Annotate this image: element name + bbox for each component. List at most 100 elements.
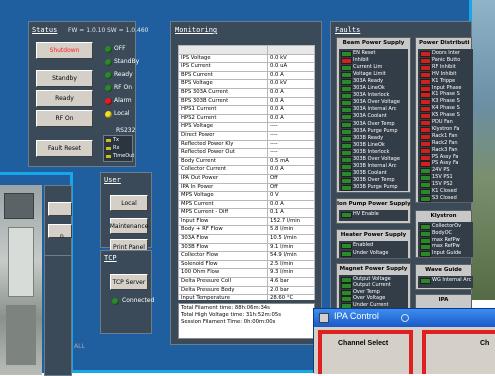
table-row: Direct Power ---- (178, 130, 315, 141)
table-row: IPA Out Power Off (178, 173, 315, 184)
fault-label: K3 Phase S (432, 98, 460, 105)
ion-fault-list: HV Enable (339, 210, 408, 221)
param-value-cell: 0.0 A (267, 96, 315, 107)
fault-label: S3 Closed (432, 194, 457, 201)
table-row: IPS Voltage 0.0 kV (178, 53, 315, 64)
param-value-cell: 5.8 l/min (267, 225, 315, 236)
timeout-label: TimeOut (113, 153, 135, 159)
fault-item: Panic Butto (418, 57, 473, 64)
fault-label: 303B Coolant (353, 169, 387, 176)
fault-item: RF Inhibit (418, 63, 473, 71)
monitoring-table-body: IPS Voltage 0.0 kV IPS Current 0.0 uA BPS Cu… (178, 45, 315, 300)
param-value-cell: Off (267, 182, 315, 193)
standby-led-icon (105, 59, 112, 66)
fault-item: 15V PS1 (418, 174, 473, 182)
ready-led-icon (105, 72, 112, 79)
left-window-button-1[interactable] (48, 202, 72, 216)
shutdown-button[interactable]: Shutdown (36, 42, 93, 59)
fault-label: 24V PS (432, 167, 450, 174)
param-value-cell: 9.1 l/min (267, 242, 315, 253)
ipa-body: Channel Select Ch (314, 327, 495, 374)
fault-item: Output Voltage (339, 276, 408, 283)
fault-item: Over Temp (339, 289, 408, 296)
fault-label: K4 Phase S (432, 105, 460, 112)
param-value-cell: 2.0 bar (267, 285, 315, 296)
fault-item: Input Phase (418, 84, 473, 92)
magnet-title: Magnet Power Supply (339, 266, 408, 272)
fault-label: 303B Ready (353, 134, 384, 141)
tcp-title: TCP (104, 254, 117, 262)
standby-button[interactable]: Standby (36, 70, 93, 87)
fault-indicator-icon (341, 250, 352, 257)
table-row: HPS Voltage ---- (178, 122, 315, 132)
high-voltage-time: Total High Voltage time: 31h:52m:05s (181, 312, 281, 318)
rf-on-button[interactable]: RF On (36, 110, 93, 127)
fault-item: Output Current (339, 282, 408, 290)
param-value-cell: 0.0 A (267, 165, 315, 175)
fault-label: PS Assy Fa (432, 153, 459, 160)
fault-label: 15V PS1 (432, 174, 453, 181)
fault-label: RF Inhibit (432, 63, 456, 70)
fault-indicator-icon (341, 243, 352, 249)
fault-indicator-icon (420, 251, 431, 258)
fault-indicator-icon (341, 212, 352, 218)
ipa-app-icon (319, 313, 329, 323)
fault-item: Voltage Limit (339, 71, 408, 79)
ion-pump-title: Ion Pump Power Supply (337, 201, 411, 207)
param-name-cell: MPS Current - Diff (178, 208, 268, 218)
ipa-refresh-icon[interactable] (401, 314, 409, 322)
fault-label: 303B Internal Arc (353, 162, 397, 169)
magnet-power-supply-box: Magnet Power Supply Output Voltage Output… (336, 263, 411, 309)
ipa-titlebar[interactable]: IPA Control (314, 309, 495, 327)
fault-label: Under Current (353, 301, 389, 308)
table-row: 100 Ohm Flow 9.3 l/min (178, 268, 315, 279)
param-name-cell: Direct Power (178, 130, 268, 141)
param-value-cell: 0.0 A (267, 70, 315, 81)
fault-item: 303A Internal Arc (339, 106, 408, 114)
fault-label: 303B Interlock (353, 148, 390, 155)
maintenance-button[interactable]: Maintenance (110, 218, 148, 234)
fault-item: 303B LineOk (339, 142, 408, 149)
tx-led-icon (106, 139, 111, 142)
fault-label: PDU Fan (432, 119, 453, 125)
table-row: Input Temperature 28.60 °C (178, 294, 315, 300)
param-value-cell: 0.0 uA (267, 62, 315, 72)
table-row: 303A Flow 10.5 l/min (178, 234, 315, 244)
ready-button[interactable]: Ready (36, 90, 93, 107)
fault-label: 303B Over Voltage (353, 155, 400, 162)
fault-item: Rack3 Fan (418, 147, 473, 154)
fault-label: Rack1 Fan (432, 132, 458, 139)
param-name-cell: 303B Flow (178, 242, 268, 253)
fault-label: max RefPw (432, 236, 460, 243)
tcp-server-button[interactable]: TCP Server (110, 274, 148, 290)
param-name-cell: IPS Voltage (178, 53, 268, 64)
table-row: Input Flow 152.7 l/min (178, 216, 315, 227)
param-name-cell: IPS Current (178, 62, 268, 72)
fault-item: Rack1 Fan (418, 132, 473, 140)
left-window-panel-2 (44, 255, 72, 376)
local-button[interactable]: Local (110, 195, 148, 211)
standby-label: StandBy (114, 58, 140, 65)
rs232-box: Tx Rx TimeOut (103, 135, 135, 162)
fault-reset-button[interactable]: Fault Reset (36, 140, 93, 157)
param-value-cell: Off (267, 173, 315, 184)
table-row: IPA In Power Off (178, 182, 315, 193)
fault-item: 303A Over Temp (339, 121, 408, 128)
fault-label: 303B Purge Pump (353, 183, 398, 190)
table-row: Collector Current 0.0 A (178, 165, 315, 175)
fault-label: Input Phase (432, 84, 462, 91)
monitoring-title: Monitoring (175, 26, 218, 34)
table-row: Delta Pressure Body 2.0 bar (178, 285, 315, 296)
fault-label: Klystron Fa (432, 125, 460, 132)
param-name-cell: Collector Current (178, 165, 268, 175)
fault-label: K1 Trippe (432, 77, 456, 84)
param-value-cell: 0.0 kV (267, 53, 315, 64)
fault-label: Current Lim (353, 64, 383, 71)
photo-rack (4, 193, 34, 219)
fault-item: 303A Over Voltage (339, 99, 408, 107)
table-row: BPS Voltage 0.0 kV (178, 79, 315, 89)
param-value-cell: 0.0 A (267, 87, 315, 98)
left-window-text-n: n (60, 233, 64, 240)
fault-item: 303B Purge Pump (339, 183, 408, 191)
param-name-cell: IPA Out Power (178, 173, 268, 184)
